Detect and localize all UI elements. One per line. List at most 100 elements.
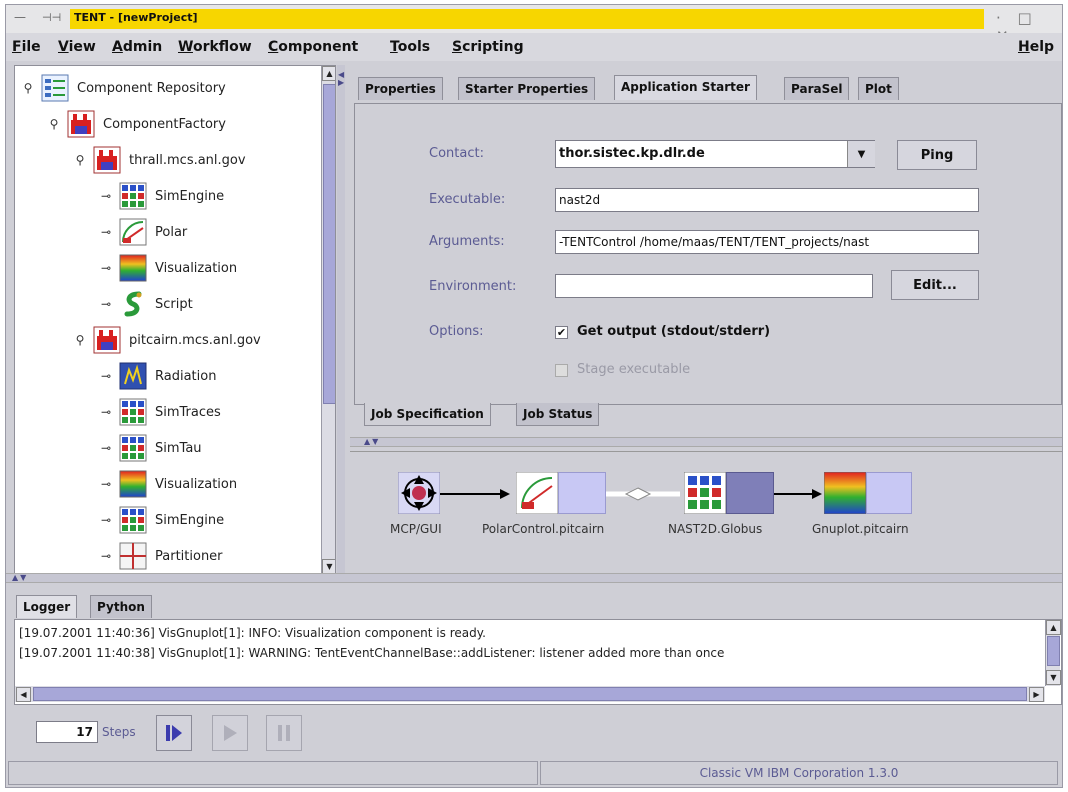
tree-item-simtraces[interactable]: ⊸ SimTraces (99, 396, 221, 428)
menu-admin[interactable]: Admin (112, 39, 162, 55)
tree-item-simengine[interactable]: ⊸ SimEngine (99, 180, 224, 212)
repository-icon (41, 74, 69, 102)
window-menu-icon[interactable]: — (14, 10, 27, 24)
simengine-icon (684, 472, 726, 514)
menu-view[interactable]: View (58, 39, 96, 55)
tab-job-status[interactable]: Job Status (516, 403, 600, 426)
tree-vertical-scrollbar[interactable]: ▲ ▼ (321, 66, 335, 574)
steps-label: Steps (102, 725, 136, 739)
workflow-node-nast2d[interactable] (684, 472, 774, 514)
menu-help[interactable]: Help (1018, 39, 1054, 55)
radiation-icon (119, 362, 147, 390)
status-bar: Classic VM IBM Corporation 1.3.0 (6, 759, 1062, 787)
tree-item-simengine-2[interactable]: ⊸ SimEngine (99, 504, 224, 536)
tree-expanded-icon[interactable]: ⚲ (73, 333, 87, 347)
tree-item-visualization-2[interactable]: ⊸ Visualization (99, 468, 237, 500)
workflow-node-gnuplot[interactable] (824, 472, 912, 514)
executable-field[interactable]: nast2d (555, 188, 979, 212)
scroll-up-icon[interactable]: ▲ (322, 66, 335, 81)
scroll-right-icon[interactable]: ▶ (1029, 687, 1044, 702)
tree-expanded-icon[interactable]: ⚲ (47, 117, 61, 131)
scroll-thumb[interactable] (1047, 636, 1060, 666)
vertical-splitter[interactable]: ◀ ▶ (337, 65, 345, 573)
scroll-left-icon[interactable]: ◀ (16, 687, 31, 702)
tree-leaf-icon: ⊸ (100, 405, 112, 419)
tree-item-host-pitcairn[interactable]: ⚲ pitcairn.mcs.anl.gov (73, 324, 261, 356)
step-toolbar: 17 Steps (6, 705, 1062, 757)
script-icon (119, 290, 147, 318)
environment-field[interactable] (555, 274, 873, 298)
tree-item-script[interactable]: ⊸ Script (99, 288, 193, 320)
pause-button[interactable] (266, 715, 302, 751)
tab-parasel[interactable]: ParaSel (784, 77, 850, 100)
tree-item-simtau[interactable]: ⊸ SimTau (99, 432, 202, 464)
splitter-arrows-icon[interactable]: ◀ ▶ (338, 71, 344, 87)
ping-button[interactable]: Ping (897, 140, 977, 170)
tree-leaf-icon: ⊸ (100, 513, 112, 527)
splitter-arrows-icon[interactable]: ▲▼ (364, 437, 380, 446)
workflow-node-polar-control[interactable] (516, 472, 606, 514)
application-window: — ⊣⊣ TENT - [newProject] · □ ✕ File View… (5, 4, 1063, 788)
scroll-thumb[interactable] (323, 84, 335, 404)
workflow-node-mcp-gui[interactable] (398, 472, 440, 514)
scroll-thumb[interactable] (33, 687, 1027, 701)
visualization-icon (824, 472, 866, 514)
splitter-arrows-icon[interactable]: ▲▼ (12, 573, 28, 582)
tree-label: Script (155, 296, 193, 312)
steps-field[interactable]: 17 (36, 721, 98, 743)
tab-python[interactable]: Python (90, 595, 152, 618)
step-button[interactable] (156, 715, 192, 751)
polar-icon (119, 218, 147, 246)
tab-job-specification[interactable]: Job Specification (364, 403, 491, 426)
tab-logger[interactable]: Logger (16, 595, 78, 618)
node-port (866, 472, 912, 514)
tree-item-visualization[interactable]: ⊸ Visualization (99, 252, 237, 284)
scroll-up-icon[interactable]: ▲ (1046, 620, 1061, 635)
tree-leaf-icon: ⊸ (100, 189, 112, 203)
polar-icon (516, 472, 558, 514)
logger-horizontal-scrollbar[interactable]: ◀ ▶ (15, 686, 1045, 702)
scroll-down-icon[interactable]: ▼ (1046, 670, 1061, 685)
tree-item-component-repository[interactable]: ⚲ Component Repository (21, 72, 226, 104)
tree-item-partitioner[interactable]: ⊸ Partitioner (99, 540, 223, 572)
tree-expanded-icon[interactable]: ⚲ (73, 153, 87, 167)
component-tree: ⚲ Component Repository ⚲ ComponentFactor… (14, 65, 336, 575)
tree-label: Component Repository (77, 80, 226, 96)
tab-properties[interactable]: Properties (358, 77, 443, 100)
horizontal-splitter-right[interactable]: ▲▼ (350, 437, 1062, 447)
get-output-checkbox[interactable]: ✔ (555, 326, 568, 339)
scroll-down-icon[interactable]: ▼ (322, 559, 335, 574)
compass-icon (398, 472, 440, 514)
chevron-down-icon[interactable]: ▼ (847, 141, 875, 167)
tab-application-starter[interactable]: Application Starter (614, 75, 757, 100)
step-forward-icon (166, 725, 182, 741)
menu-file[interactable]: File (12, 39, 41, 55)
arguments-field[interactable]: -TENTControl /home/maas/TENT/TENT_projec… (555, 230, 979, 254)
visualization-icon (119, 254, 147, 282)
tree-item-component-factory[interactable]: ⚲ ComponentFactory (47, 108, 226, 140)
pin-icon[interactable]: ⊣⊣ (42, 11, 61, 24)
tree-item-host-thrall[interactable]: ⚲ thrall.mcs.anl.gov (73, 144, 246, 176)
tree-leaf-icon: ⊸ (100, 261, 112, 275)
tree-item-polar[interactable]: ⊸ Polar (99, 216, 187, 248)
tree-label: SimTau (155, 440, 202, 456)
menu-workflow[interactable]: Workflow (178, 39, 252, 55)
menu-component[interactable]: Component (268, 39, 358, 55)
play-button[interactable] (212, 715, 248, 751)
tree-leaf-icon: ⊸ (100, 441, 112, 455)
tab-plot[interactable]: Plot (858, 77, 899, 100)
horizontal-splitter-bottom[interactable]: ▲▼ (6, 573, 1062, 583)
menu-tools[interactable]: Tools (390, 39, 430, 55)
tree-label: Visualization (155, 476, 238, 492)
logger-panel: [19.07.2001 11:40:36] VisGnuplot[1]: INF… (14, 619, 1062, 705)
edit-button[interactable]: Edit... (891, 270, 979, 300)
options-label: Options: (429, 324, 484, 339)
logger-vertical-scrollbar[interactable]: ▲ ▼ (1045, 620, 1061, 686)
title-highlight (70, 9, 984, 29)
menu-scripting[interactable]: Scripting (452, 39, 524, 55)
contact-combobox[interactable]: thor.sistec.kp.dlr.de (555, 140, 875, 168)
stage-executable-checkbox[interactable] (555, 364, 568, 377)
tree-item-radiation[interactable]: ⊸ Radiation (99, 360, 216, 392)
tab-starter-properties[interactable]: Starter Properties (458, 77, 596, 100)
tree-expanded-icon[interactable]: ⚲ (21, 81, 35, 95)
